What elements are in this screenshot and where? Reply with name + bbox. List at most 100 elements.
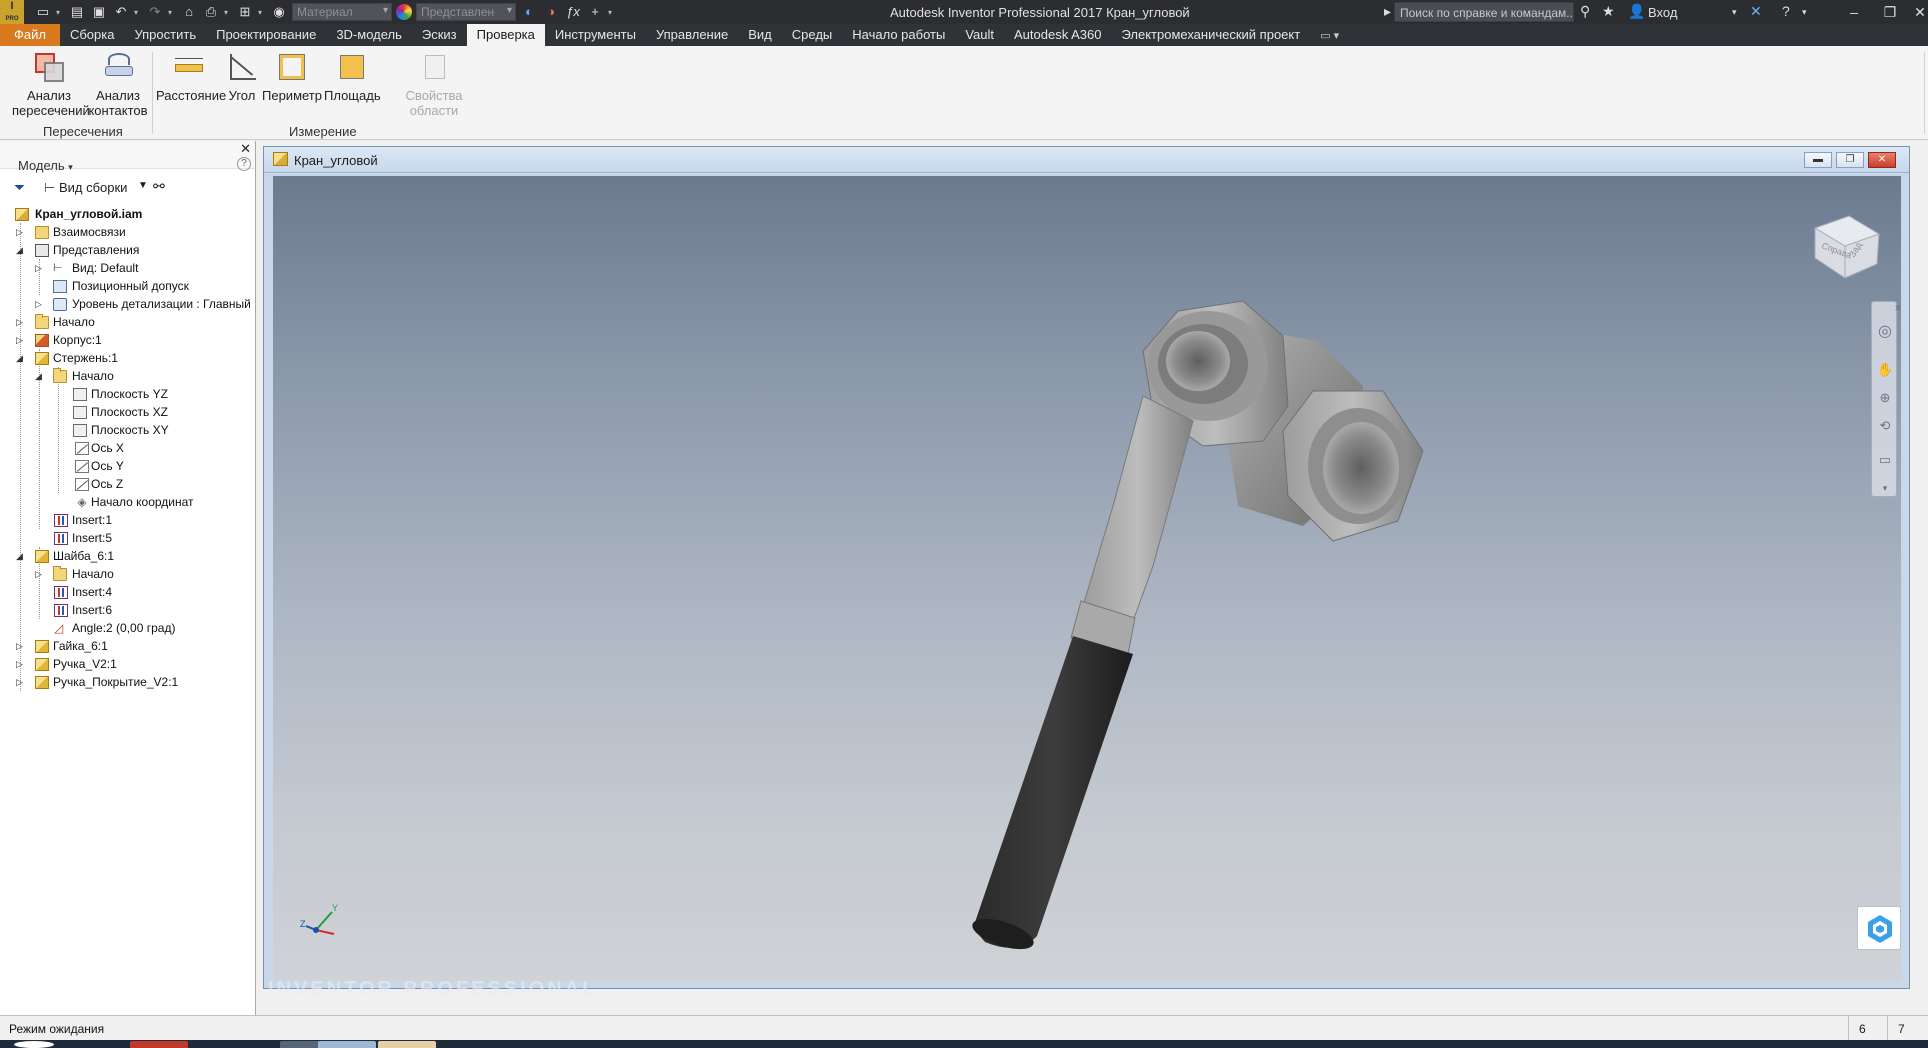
help-icon[interactable]: ? (1782, 3, 1790, 19)
parameters-icon[interactable]: ƒx (564, 3, 582, 21)
close-button[interactable]: ✕ (1906, 2, 1928, 22)
customize-dropdown-icon[interactable]: ▾ (608, 8, 616, 17)
adjust-appearance-icon[interactable]: ◐ (520, 3, 538, 21)
undo-icon[interactable]: ↶ (112, 3, 130, 21)
tab-get-started[interactable]: Начало работы (842, 24, 955, 46)
doc-restore-button[interactable]: ❐ (1836, 152, 1864, 168)
new-file-icon[interactable]: ▭ (34, 3, 52, 21)
tab-a360[interactable]: Autodesk A360 (1004, 24, 1111, 46)
angle-valve-model[interactable] (273, 176, 1901, 982)
sign-in-link[interactable]: Вход (1648, 5, 1677, 20)
graphics-viewport[interactable]: Справа Зад ✕ ◎ ✋ ⊕ ⟲ ▭ ▾ Y Z (273, 176, 1901, 982)
tree-row-washer-origin[interactable]: ▷ Начало (0, 565, 254, 583)
tree-row-body[interactable]: ▷ Корпус:1 (0, 331, 254, 349)
tree-row-insert-1[interactable]: Insert:1 (0, 511, 254, 529)
filter-icon[interactable]: ⏷ (14, 179, 25, 196)
orbit-icon[interactable]: ⟲ (1877, 418, 1893, 434)
update-icon[interactable]: ◉ (270, 3, 288, 21)
favorites-star-icon[interactable]: ★ (1602, 3, 1615, 20)
appearance-combo[interactable]: Представлен (416, 3, 516, 21)
tree-row-axis-y[interactable]: Ось Y (0, 457, 254, 475)
tab-tools[interactable]: Инструменты (545, 24, 646, 46)
redo-icon[interactable]: ↷ (146, 3, 164, 21)
look-at-icon[interactable]: ▭ (1877, 452, 1893, 468)
tree-row-positional[interactable]: Позиционный допуск (0, 277, 254, 295)
measure-distance-button[interactable]: Расстояние (156, 50, 226, 103)
view-dropdown-icon[interactable]: ▼ (138, 180, 148, 191)
tree-row-rod[interactable]: ◢ Стержень:1 (0, 349, 254, 367)
restore-button[interactable]: ❐ (1876, 2, 1904, 22)
minimize-button[interactable]: – (1840, 2, 1868, 22)
print-dropdown-icon[interactable]: ▾ (224, 8, 232, 17)
browser-close-icon[interactable]: ✕ (240, 141, 251, 157)
pan-hand-icon[interactable]: ✋ (1877, 362, 1893, 378)
save-icon[interactable]: ▣ (90, 3, 108, 21)
exchange-apps-icon[interactable]: ✕ (1750, 3, 1762, 20)
tab-sketch[interactable]: Эскиз (412, 24, 467, 46)
open-icon[interactable]: ▤ (68, 3, 86, 21)
collapse-chevron-icon[interactable]: ◢ (16, 547, 26, 565)
tab-electromechanical[interactable]: Электромеханический проект (1111, 24, 1310, 46)
tab-assemble[interactable]: Сборка (60, 24, 125, 46)
taskbar-app-1[interactable] (130, 1041, 188, 1048)
tree-row-angle-2[interactable]: ◿ Angle:2 (0,00 град) (0, 619, 254, 637)
tree-row-relationships[interactable]: ▷ Взаимосвязи (0, 223, 254, 241)
start-button[interactable] (14, 1041, 54, 1048)
navbar-customize-icon[interactable]: ▾ (1877, 480, 1893, 496)
ribbon-options-icon[interactable]: ▭ ▾ (1310, 24, 1349, 46)
tree-row-rod-origin[interactable]: ◢ Начало (0, 367, 254, 385)
sign-in-dropdown-icon[interactable]: ▾ (1732, 7, 1737, 18)
share-view-button[interactable] (1857, 906, 1901, 950)
new-dropdown-icon[interactable]: ▾ (56, 8, 64, 17)
tree-row-handle[interactable]: ▷ Ручка_V2:1 (0, 655, 254, 673)
lever-arm[interactable] (1082, 395, 1194, 622)
tab-simplify[interactable]: Упростить (124, 24, 206, 46)
navbar-close-icon[interactable]: ✕ (1890, 300, 1901, 316)
tree-row-axis-x[interactable]: Ось X (0, 439, 254, 457)
tab-vault[interactable]: Vault (955, 24, 1004, 46)
steering-wheel-icon[interactable]: ◎ (1877, 324, 1893, 340)
tree-row-plane-yz[interactable]: Плоскость YZ (0, 385, 254, 403)
view-cube[interactable]: Справа Зад (1807, 206, 1887, 286)
select-filter-icon[interactable]: ⊞ (236, 3, 254, 21)
help-dropdown-icon[interactable]: ▾ (1802, 7, 1807, 18)
material-combo[interactable]: Материал (292, 3, 392, 21)
tree-row-insert-6[interactable]: Insert:6 (0, 601, 254, 619)
collapse-chevron-icon[interactable]: ◢ (16, 241, 26, 259)
expand-chevron-icon[interactable]: ▷ (16, 223, 26, 241)
expand-chevron-icon[interactable]: ▷ (16, 655, 26, 673)
tree-row-assembly[interactable]: Кран_угловой.iam (0, 205, 254, 223)
tab-inspect[interactable]: Проверка (466, 24, 545, 46)
taskbar-app-3[interactable] (318, 1041, 376, 1048)
expand-chevron-icon[interactable]: ▷ (35, 295, 45, 313)
tree-row-lod[interactable]: ▷ Уровень детализации : Главный (0, 295, 254, 313)
tree-row-insert-4[interactable]: Insert:4 (0, 583, 254, 601)
tree-row-view-default[interactable]: ▷ ⊢ Вид: Default (0, 259, 254, 277)
ucs-icon[interactable]: + (586, 3, 604, 21)
expand-chevron-icon[interactable]: ▷ (35, 259, 45, 277)
user-icon[interactable]: 👤 (1628, 3, 1645, 20)
tree-row-plane-xz[interactable]: Плоскость XZ (0, 403, 254, 421)
expand-chevron-icon[interactable]: ▷ (16, 673, 26, 691)
tab-environments[interactable]: Среды (782, 24, 843, 46)
doc-minimize-button[interactable]: ▬ (1804, 152, 1832, 168)
tab-manage[interactable]: Управление (646, 24, 738, 46)
expand-chevron-icon[interactable]: ▷ (35, 565, 45, 583)
tree-row-nut[interactable]: ▷ Гайка_6:1 (0, 637, 254, 655)
interference-analysis-button[interactable]: Анализ пересечений (12, 50, 90, 118)
redo-dropdown-icon[interactable]: ▾ (168, 8, 176, 17)
tab-view[interactable]: Вид (738, 24, 782, 46)
expand-chevron-icon[interactable]: ▷ (16, 331, 26, 349)
tree-row-origin[interactable]: ▷ Начало (0, 313, 254, 331)
zoom-icon[interactable]: ⊕ (1877, 390, 1893, 406)
rubber-grip[interactable] (973, 636, 1133, 948)
help-search-input[interactable]: Поиск по справке и командам... (1394, 2, 1574, 22)
tree-row-insert-5[interactable]: Insert:5 (0, 529, 254, 547)
tab-design[interactable]: Проектирование (206, 24, 326, 46)
collapse-chevron-icon[interactable]: ◢ (16, 349, 26, 367)
tree-row-representations[interactable]: ◢ Представления (0, 241, 254, 259)
tab-3d-model[interactable]: 3D-модель (326, 24, 412, 46)
expand-chevron-icon[interactable]: ▷ (16, 313, 26, 331)
inventor-logo-icon[interactable]: I PRO (0, 0, 24, 24)
tree-row-handle-cover[interactable]: ▷ Ручка_Покрытие_V2:1 (0, 673, 254, 691)
